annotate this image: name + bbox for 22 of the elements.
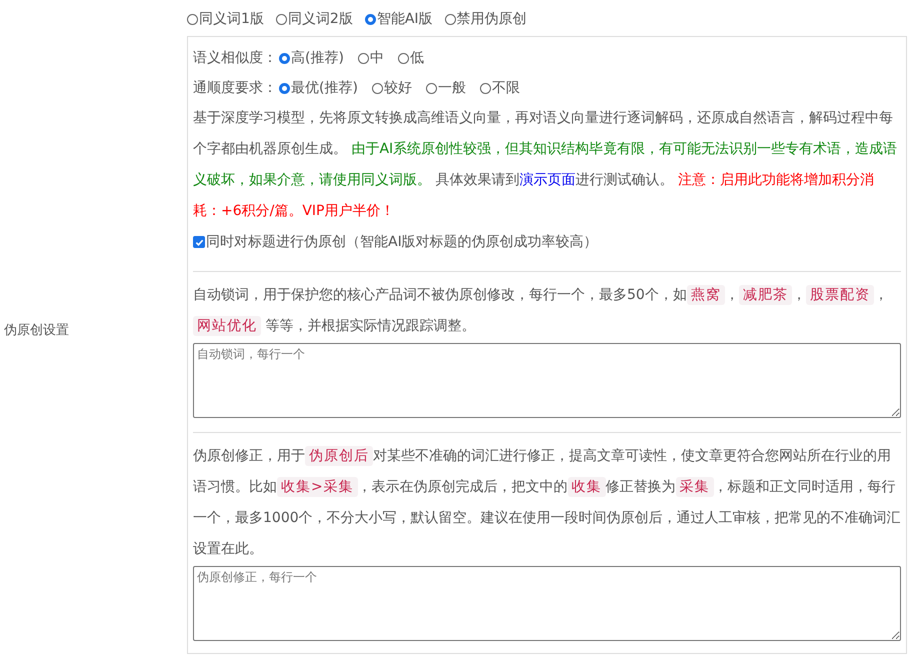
corrections-description: 伪原创修正，用于 伪原创后 对某些不准确的词汇进行修正，提高文章可读性，使文章更符合您网站所在行业的用语习惯。比如 收集>采集 ，表示在伪原创完成后，把文中的 收集 修正替换为 采集 ，标题和正文同时适用，每行一个，最多1000个，不分大小写，默认留空。建议在使用一段时间伪原创后，通过人工审核，把常见的不准确词汇设置在此。 <box>193 445 901 559</box>
radio-option[interactable]: 同义词1版 <box>187 10 264 28</box>
radio-option[interactable]: 禁用伪原创 <box>444 10 527 28</box>
radio-option[interactable]: 最优(推荐) <box>279 79 358 97</box>
corrections-field[interactable]: 伪原创修正，每行一个 <box>193 566 901 641</box>
radio-option[interactable]: 低 <box>398 49 424 67</box>
lock-words-field[interactable]: 自动锁词，每行一个 <box>193 343 901 418</box>
radio-option[interactable]: 不限 <box>480 79 520 97</box>
section-label: 伪原创设置 <box>3 322 70 339</box>
demo-link[interactable]: 演示页面 <box>519 172 576 188</box>
radio-option[interactable]: 中 <box>358 49 384 67</box>
ai-description: 基于深度学习模型，先将原文转换成高维语义向量，再对语义向量进行逐词解码，还原成自然语言，解码过程中每个字都由机器原创生成。 由于AI系统原创性较强，但其知识结构毕竟有限，有可能无法识别一些专有术语，造成语义破坏，如果介意，请使用同义词版。 具体效果请到演示页面进行测试确认。 注意：启用此功能将增加积分消耗：+6积分/篇。VIP用户半价！ <box>193 109 898 221</box>
checkbox-icon <box>193 236 205 248</box>
setting-label: 语义相似度： <box>193 49 277 67</box>
title-checkbox[interactable]: 同时对标题进行伪原创（智能AI版对标题的伪原创成功率较高） <box>193 233 598 251</box>
radio-option[interactable]: 一般 <box>426 79 466 97</box>
radio-option[interactable]: 高(推荐) <box>279 49 344 67</box>
radio-option[interactable]: 较好 <box>372 79 412 97</box>
setting-label: 通顺度要求： <box>193 79 277 97</box>
lock-words-description: 自动锁词，用于保护您的核心产品词不被伪原创修改，每行一个，最多50个，如 燕窝 ， 减肥茶 ， 股票配资 ， 网站优化 等等，并根据实际情况跟踪调整。 <box>193 284 889 338</box>
radio-option[interactable]: 智能AI版 <box>364 10 433 28</box>
radio-option[interactable]: 同义词2版 <box>276 10 353 28</box>
